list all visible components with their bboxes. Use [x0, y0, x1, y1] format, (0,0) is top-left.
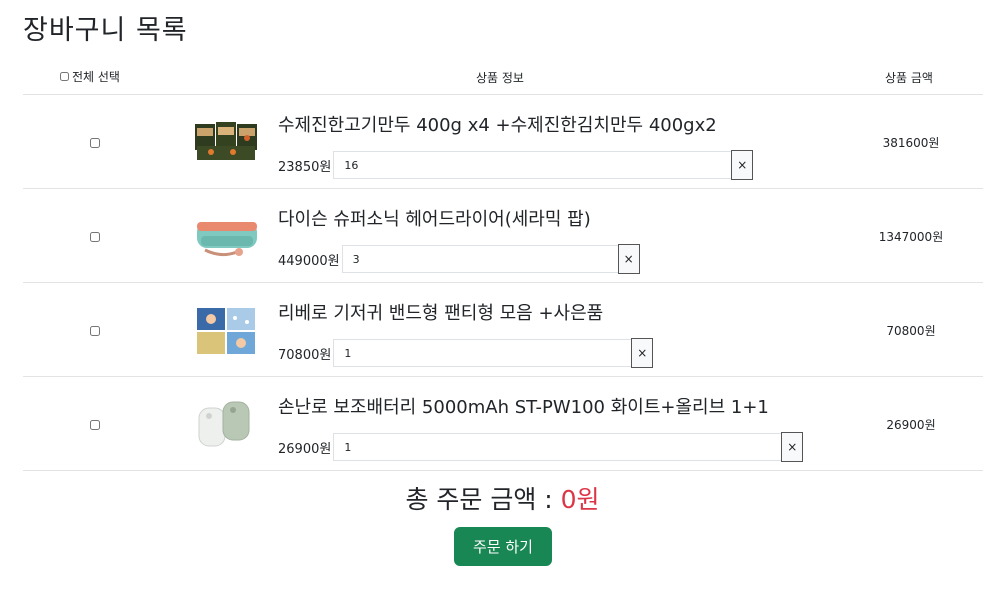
product-name[interactable]: 다이슨 슈퍼소닉 헤어드라이어(세라믹 팝): [278, 205, 591, 231]
item-checkbox[interactable]: [90, 138, 100, 148]
order-total-amount: 0원: [560, 485, 600, 514]
unit-price: 70800원: [278, 347, 332, 363]
cart-table-header: 전체 선택 상품 정보 상품 금액: [23, 62, 983, 95]
remove-item-button[interactable]: ×: [617, 244, 640, 274]
cart-item-row: 다이슨 슈퍼소닉 헤어드라이어(세라믹 팝) 449000원 × 1347000…: [23, 189, 983, 283]
item-checkbox[interactable]: [90, 326, 100, 336]
product-image-diaper: [197, 308, 255, 354]
page-title: 장바구니 목록: [23, 15, 188, 46]
quantity-control: 449000원 ×: [278, 244, 640, 274]
unit-price: 23850원: [278, 159, 332, 175]
item-checkbox[interactable]: [90, 420, 100, 430]
product-image-dumpling: [195, 122, 257, 160]
select-all[interactable]: 전체 선택: [60, 68, 120, 85]
quantity-control: 23850원 ×: [278, 150, 754, 180]
quantity-control: 70800원 ×: [278, 338, 654, 368]
column-product-info: 상품 정보: [476, 71, 524, 85]
remove-item-button[interactable]: ×: [781, 432, 804, 462]
item-total-price: 381600원: [882, 136, 940, 150]
item-checkbox[interactable]: [90, 232, 100, 242]
product-name[interactable]: 리베로 기저귀 밴드형 팬티형 모음 +사은품: [278, 299, 603, 325]
select-all-checkbox[interactable]: [60, 72, 69, 81]
cart-item-row: 손난로 보조배터리 5000mAh ST-PW100 화이트+올리브 1+1 2…: [23, 377, 983, 471]
product-image-powerbank: [198, 401, 250, 447]
product-name[interactable]: 수제진한고기만두 400g x4 +수제진한김치만두 400gx2: [278, 111, 717, 137]
item-total-price: 1347000원: [878, 230, 944, 244]
quantity-control: 26900원 ×: [278, 432, 804, 462]
quantity-input[interactable]: [333, 339, 632, 367]
quantity-input[interactable]: [333, 433, 782, 461]
order-total: 총 주문 금액 : 0원: [0, 480, 1005, 516]
unit-price: 449000원: [278, 253, 340, 269]
cart-item-row: 리베로 기저귀 밴드형 팬티형 모음 +사은품 70800원 × 70800원: [23, 283, 983, 377]
remove-item-button[interactable]: ×: [731, 150, 754, 180]
product-image-hairdryer: [197, 222, 257, 257]
unit-price: 26900원: [278, 441, 332, 457]
select-all-label: 전체 선택: [72, 70, 120, 84]
product-name[interactable]: 손난로 보조배터리 5000mAh ST-PW100 화이트+올리브 1+1: [278, 393, 769, 419]
quantity-input[interactable]: [341, 245, 618, 273]
remove-item-button[interactable]: ×: [631, 338, 654, 368]
column-product-price: 상품 금액: [885, 71, 933, 85]
item-total-price: 26900원: [886, 418, 936, 432]
order-total-label: 총 주문 금액 :: [405, 485, 553, 514]
item-total-price: 70800원: [886, 324, 936, 338]
order-button[interactable]: 주문 하기: [454, 527, 552, 566]
cart-item-row: 수제진한고기만두 400g x4 +수제진한김치만두 400gx2 23850원…: [23, 95, 983, 189]
quantity-input[interactable]: [333, 151, 732, 179]
